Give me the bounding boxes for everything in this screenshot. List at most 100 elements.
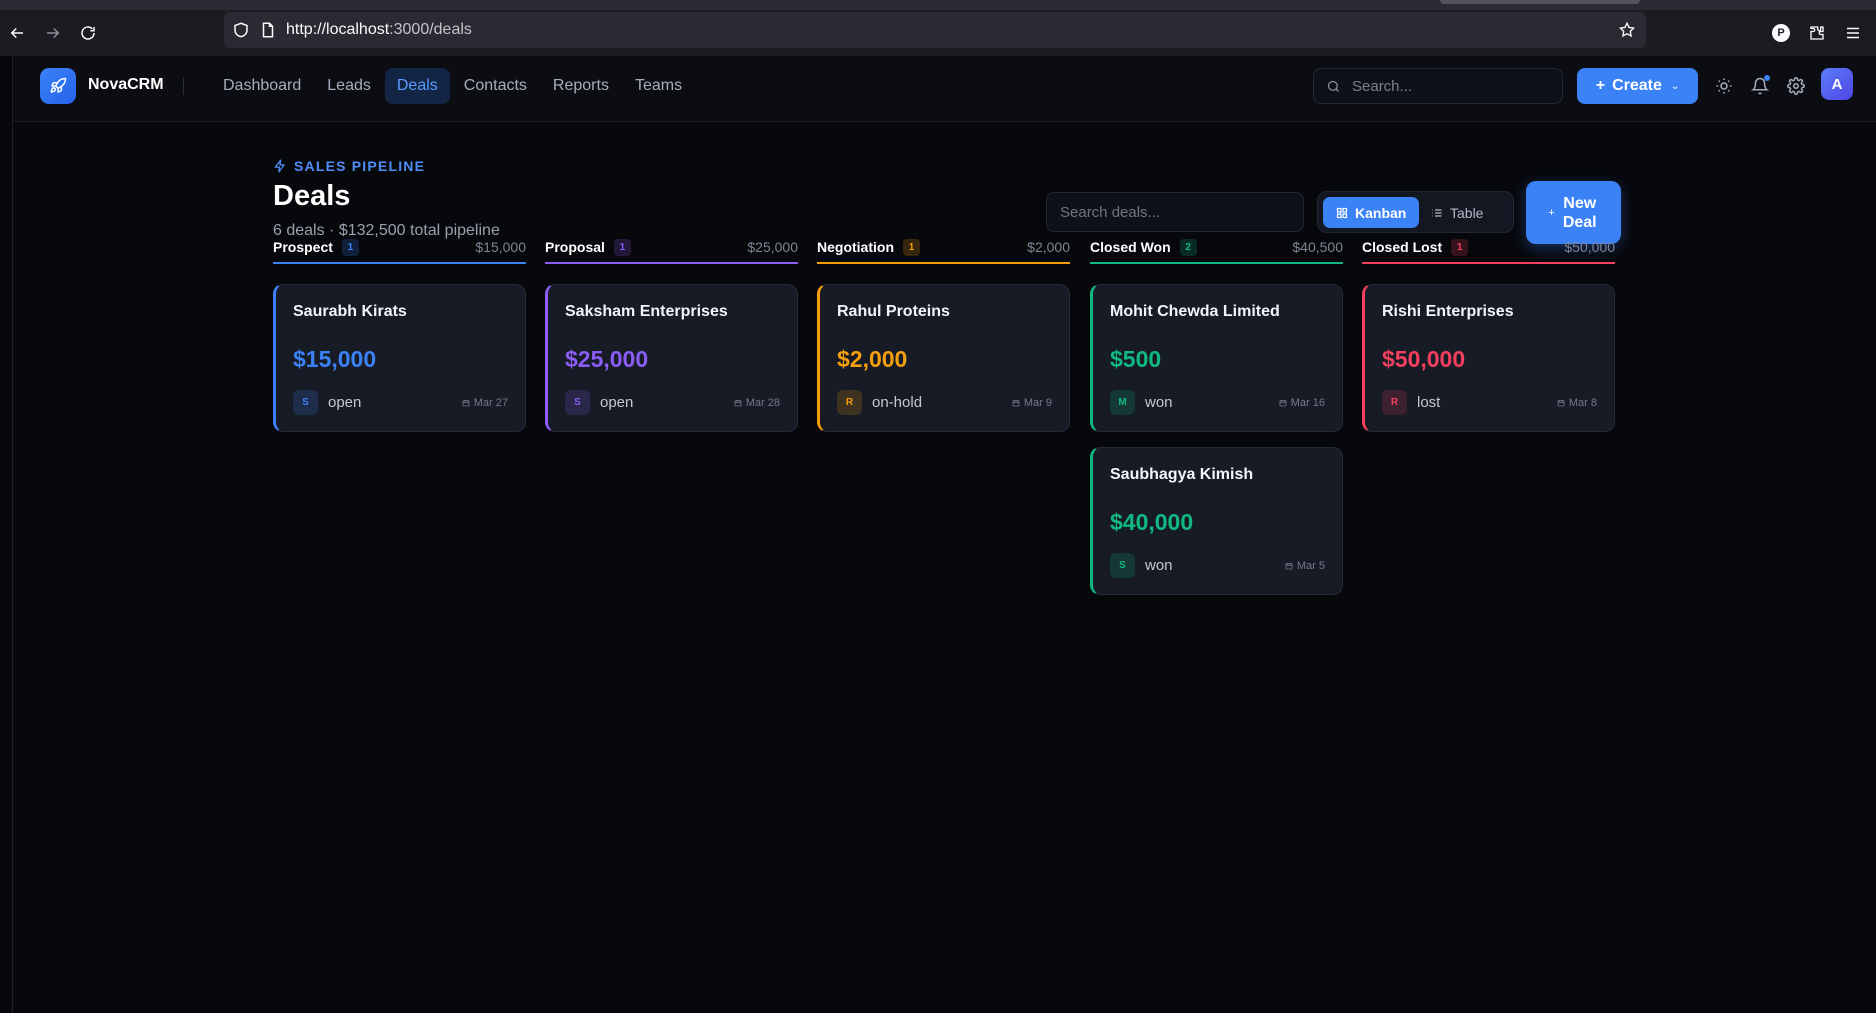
reload-icon[interactable] (72, 17, 104, 49)
owner-avatar: M (1110, 390, 1135, 415)
column-count-badge: 1 (1451, 238, 1469, 256)
create-button-label: Create (1612, 77, 1662, 94)
deal-card[interactable]: Rahul Proteins $2,000 Ron-hold Mar 9 (817, 284, 1070, 432)
global-search[interactable] (1313, 68, 1563, 104)
column-count-badge: 2 (1179, 238, 1197, 256)
deal-search-input[interactable] (1047, 193, 1303, 231)
browser-toolbar: http://localhost:3000/deals P (0, 0, 1876, 56)
settings-button[interactable] (1781, 71, 1811, 101)
nav-item-dashboard[interactable]: Dashboard (211, 68, 313, 104)
address-bar[interactable]: http://localhost:3000/deals (224, 12, 1646, 48)
main-nav: Dashboard Leads Deals Contacts Reports Teams (211, 68, 694, 104)
deal-title: Saksham Enterprises (565, 303, 728, 320)
column-header: Closed Won 2 $40,500 (1090, 232, 1343, 264)
owner-avatar: S (565, 390, 590, 415)
deal-card[interactable]: Saksham Enterprises $25,000 Sopen Mar 28 (545, 284, 798, 432)
deal-title: Rishi Enterprises (1382, 303, 1514, 320)
kanban-view-button[interactable]: Kanban (1323, 197, 1420, 228)
nav-item-deals[interactable]: Deals (384, 68, 450, 104)
page-icon[interactable] (259, 21, 277, 39)
column-prospect: Prospect 1 $15,000 Saurabh Kirats $15,000 Sop… (273, 232, 526, 432)
profile-icon[interactable]: P (1766, 18, 1796, 48)
owner-avatar: S (1110, 553, 1135, 578)
deal-date-text: Mar 8 (1568, 397, 1597, 409)
section-eyebrow: SALES PIPELINE (273, 158, 425, 174)
deal-date-text: Mar 28 (745, 397, 780, 409)
view-toggle: Kanban Table (1317, 191, 1514, 233)
deal-amount: $2,000 (837, 346, 908, 372)
shield-icon[interactable] (232, 21, 250, 39)
column-header: Prospect 1 $15,000 (273, 232, 526, 264)
theme-toggle-button[interactable] (1709, 71, 1739, 101)
deal-date: Mar 8 (1557, 397, 1597, 409)
nav-item-contacts[interactable]: Contacts (452, 68, 539, 104)
deal-title: Mohit Chewda Limited (1110, 303, 1280, 320)
url-text[interactable]: http://localhost:3000/deals (286, 21, 472, 39)
extensions-icon[interactable] (1802, 18, 1832, 48)
calendar-icon (1012, 400, 1020, 407)
browser-tab[interactable] (1440, 0, 1640, 4)
calendar-icon (1285, 563, 1293, 570)
create-button[interactable]: + Create ⌄ (1577, 68, 1698, 104)
deal-title: Saurabh Kirats (293, 303, 407, 320)
menu-icon[interactable] (1838, 18, 1868, 48)
user-avatar[interactable]: A (1821, 68, 1853, 100)
lightning-icon (274, 159, 285, 173)
column-negotiation: Negotiation 1 $2,000 Rahul Proteins $2,000 Ro… (817, 232, 1070, 432)
column-closed-lost: Closed Lost 1 $50,000 Rishi Enterprises $50,… (1362, 232, 1615, 432)
rocket-icon[interactable] (40, 68, 76, 104)
brand-name[interactable]: NovaCRM (88, 76, 164, 94)
column-proposal: Proposal 1 $25,000 Saksham Enterprises $25,0… (545, 232, 798, 432)
deal-status: open (600, 394, 634, 411)
plus-icon: + (1595, 77, 1606, 94)
deal-status: won (1145, 394, 1173, 411)
notifications-button[interactable] (1745, 71, 1775, 101)
deal-search[interactable] (1046, 192, 1304, 232)
deal-date-text: Mar 16 (1290, 397, 1325, 409)
calendar-icon (1557, 400, 1565, 407)
notification-dot (1764, 75, 1770, 81)
chevron-down-icon: ⌄ (1670, 80, 1680, 92)
nav-item-reports[interactable]: Reports (541, 68, 621, 104)
deal-date: Mar 16 (1279, 397, 1325, 409)
column-name: Prospect (273, 239, 333, 255)
deal-card[interactable]: Rishi Enterprises $50,000 Rlost Mar 8 (1362, 284, 1615, 432)
column-closed-won: Closed Won 2 $40,500 Mohit Chewda Limited $5… (1090, 232, 1343, 595)
deal-date-text: Mar 9 (1023, 397, 1052, 409)
column-name: Closed Won (1090, 239, 1171, 255)
deal-amount: $50,000 (1382, 346, 1466, 372)
deal-date: Mar 9 (1012, 397, 1052, 409)
deal-status: won (1145, 557, 1173, 574)
bookmark-star-icon[interactable] (1618, 21, 1636, 39)
deal-status: lost (1417, 394, 1441, 411)
deal-card[interactable]: Saurabh Kirats $15,000 Sopen Mar 27 (273, 284, 526, 432)
column-name: Negotiation (817, 239, 894, 255)
table-view-button[interactable]: Table (1418, 197, 1496, 228)
kanban-view-label: Kanban (1355, 204, 1407, 221)
deal-amount: $15,000 (293, 346, 377, 372)
back-icon[interactable] (1, 17, 33, 49)
page-title: Deals (273, 180, 351, 212)
forward-icon[interactable] (37, 17, 69, 49)
deal-amount: $40,000 (1110, 509, 1194, 535)
column-name: Proposal (545, 239, 605, 255)
deal-card[interactable]: Saubhagya Kimish $40,000 Swon Mar 5 (1090, 447, 1343, 595)
column-total: $2,000 (1027, 239, 1070, 255)
nav-item-leads[interactable]: Leads (315, 68, 383, 104)
deal-title: Rahul Proteins (837, 303, 950, 320)
search-icon (1327, 80, 1339, 92)
app-window: NovaCRM Dashboard Leads Deals Contacts Repor… (12, 56, 1876, 1013)
nav-item-teams[interactable]: Teams (623, 68, 694, 104)
grid-icon (1336, 207, 1348, 218)
column-count-badge: 1 (903, 238, 920, 256)
global-search-input[interactable] (1352, 77, 1542, 95)
deal-card[interactable]: Mohit Chewda Limited $500 Mwon Mar 16 (1090, 284, 1343, 432)
divider (183, 77, 184, 95)
deal-status: open (328, 394, 362, 411)
new-deal-label: New Deal (1562, 194, 1597, 231)
deal-date-text: Mar 27 (473, 397, 508, 409)
column-total: $15,000 (475, 239, 526, 255)
owner-avatar: R (1382, 390, 1407, 415)
deal-date: Mar 27 (462, 397, 508, 409)
eyebrow-label: SALES PIPELINE (294, 158, 426, 174)
